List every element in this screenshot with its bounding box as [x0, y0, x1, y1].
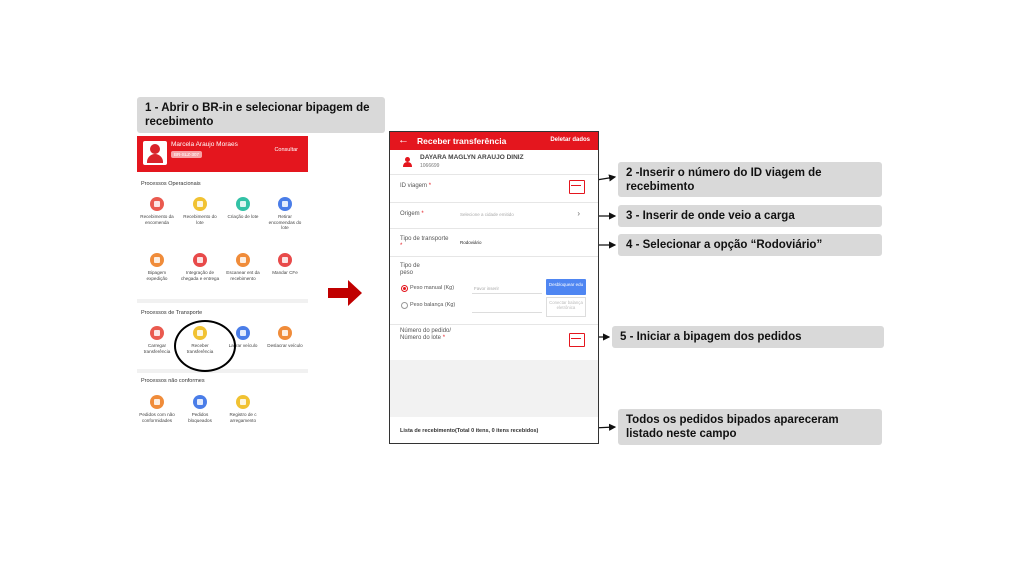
menu-item-label: Integração de chegada e entrega: [180, 270, 220, 281]
receive-screen: ← Receber transferência Deletar dados DA…: [389, 131, 599, 444]
unlock-button[interactable]: Desbloquear edu: [546, 279, 586, 295]
menu-item-pedidos-bloqueados[interactable]: Pedidos bloqueados: [180, 395, 220, 423]
menu-item-icon: [150, 253, 164, 267]
menu-item-icon: [278, 197, 292, 211]
scan-icon[interactable]: [569, 333, 585, 347]
consult-button[interactable]: Consultar: [274, 147, 298, 153]
peso-manual-input[interactable]: Favor inserir: [474, 286, 499, 291]
pedido-label: Número do pedido/ Número do lote *: [400, 328, 452, 341]
highlight-circle: [174, 320, 236, 372]
section-transport-title: Processos de Transporte: [141, 310, 203, 316]
menu-item-label: Pedidos bloqueados: [188, 412, 212, 423]
menu-item-icon: [150, 395, 164, 409]
menu-item-deslacrar-ve-culo[interactable]: Deslacrar veículo: [265, 326, 305, 349]
peso-balanca-radio[interactable]: [401, 302, 408, 309]
tipo-peso-label: Tipo de peso: [400, 263, 420, 276]
menu-item-pedidos-com-n-o-conformidades[interactable]: Pedidos com não conformidades: [137, 395, 177, 423]
menu-item-label: Recebimento do lote: [183, 214, 217, 225]
menu-item-label: Retirar encomendas do lote: [268, 214, 302, 230]
page-title: Receber transferência: [417, 136, 507, 146]
menu-item-icon: [236, 326, 250, 340]
divider: [390, 324, 598, 325]
menu-item-bipagem-expedi-o[interactable]: Bipagem expedição: [137, 253, 177, 281]
origem-label: Origem *: [400, 211, 424, 217]
menu-item-label: Registro de c arregamento: [229, 412, 257, 423]
receive-user-id: 1066699: [420, 163, 440, 169]
menu-item-recebimento-do-lote[interactable]: Recebimento do lote: [180, 197, 220, 225]
receive-form: DAYARA MAGLYN ARAUJO DINIZ 1066699 ID vi…: [390, 150, 598, 360]
menu-item-icon: [236, 197, 250, 211]
menu-item-icon: [150, 197, 164, 211]
menu-item-label: Criação de lote: [227, 214, 259, 219]
menu-item-label: Mandar CFe: [272, 270, 298, 275]
menu-item-label: Escanear ent da recebimento: [226, 270, 260, 281]
menu-item-icon: [236, 395, 250, 409]
menu-item-escanear-ent-da-recebimento[interactable]: Escanear ent da recebimento: [223, 253, 263, 281]
menu-item-mandar-cfe[interactable]: Mandar CFe: [265, 253, 305, 276]
menu-item-icon: [278, 326, 292, 340]
menu-item-icon: [236, 253, 250, 267]
home-screen: Marcela Araujo Moraes BR-SLZ-307 Consult…: [137, 136, 308, 446]
scan-icon[interactable]: [569, 180, 585, 194]
divider: [137, 299, 308, 303]
menu-item-cria-o-de-lote[interactable]: Criação de lote: [223, 197, 263, 220]
menu-item-retirar-encomendas-do-lote[interactable]: Retirar encomendas do lote: [265, 197, 305, 231]
menu-item-label: Bipagem expedição: [146, 270, 168, 281]
peso-manual-label: Peso manual (Kg): [410, 285, 455, 291]
menu-item-recebimento-da-encomenda[interactable]: Recebimento da encomenda: [137, 197, 177, 225]
input-underline: [472, 312, 542, 313]
connect-scale-button[interactable]: Conectar balança eletrônica: [546, 297, 586, 317]
peso-balanca-label: Peso balança (Kg): [410, 302, 456, 308]
divider: [390, 228, 598, 229]
receive-list-label: Lista de recebimento(Total 0 itens, 0 it…: [400, 428, 539, 434]
divider: [390, 256, 598, 257]
section-non-conform-title: Processos não conformes: [141, 378, 205, 384]
origem-select[interactable]: Selecione a cidade emitido: [460, 212, 514, 217]
menu-item-icon: [193, 253, 207, 267]
next-arrow-icon: [328, 280, 362, 306]
menu-item-icon: [193, 197, 207, 211]
menu-item-icon: [150, 326, 164, 340]
section-operational-title: Processos Operacionais: [141, 181, 201, 187]
menu-item-label: Pedidos com não conformidades: [139, 412, 175, 423]
user-icon: [403, 157, 412, 167]
menu-item-carregar-transfer-ncia[interactable]: Carregar transferência: [137, 326, 177, 354]
menu-item-label: Deslacrar veículo: [267, 343, 303, 348]
menu-item-icon: [193, 395, 207, 409]
menu-item-label: Recebimento da encomenda: [140, 214, 174, 225]
input-underline: [472, 293, 542, 294]
receive-header: ← Receber transferência Deletar dados: [390, 132, 598, 150]
menu-item-registro-de-c-arregamento[interactable]: Registro de c arregamento: [223, 395, 263, 423]
menu-item-icon: [278, 253, 292, 267]
menu-item-label: Carregar transferência: [143, 343, 171, 354]
home-header: Marcela Araujo Moraes BR-SLZ-307 Consult…: [137, 136, 308, 172]
receive-user-name: DAYARA MAGLYN ARAUJO DINIZ: [420, 154, 524, 161]
divider: [390, 202, 598, 203]
peso-manual-radio[interactable]: [401, 285, 408, 292]
chevron-right-icon[interactable]: ›: [577, 209, 580, 218]
divider: [137, 369, 308, 373]
divider: [390, 174, 598, 175]
delete-data-button[interactable]: Deletar dados: [550, 137, 590, 143]
avatar: [143, 141, 167, 165]
home-user-name: Marcela Araujo Moraes: [171, 141, 238, 148]
tipo-transporte-value[interactable]: Rodoviário: [460, 240, 482, 245]
back-arrow-icon[interactable]: ←: [398, 134, 409, 146]
home-user-badge: BR-SLZ-307: [171, 151, 203, 158]
receive-list-bar[interactable]: Lista de recebimento(Total 0 itens, 0 it…: [390, 417, 598, 443]
menu-item-integra-o-de-chegada-e-entrega[interactable]: Integração de chegada e entrega: [180, 253, 220, 281]
tipo-transporte-label: Tipo de transporte *: [400, 236, 449, 249]
id-viagem-label: ID viagem *: [400, 183, 432, 189]
